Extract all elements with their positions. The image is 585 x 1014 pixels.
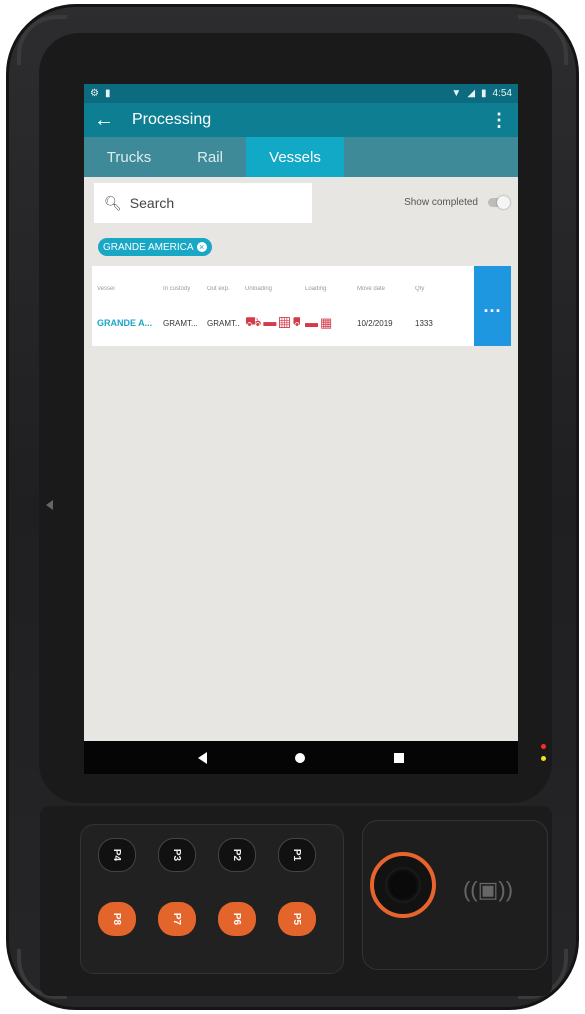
in-custody-value: GRAMT... [163, 318, 198, 328]
search-icon: 🔍︎ [104, 194, 122, 211]
filter-chip[interactable]: GRANDE AMERICA × [98, 238, 212, 256]
tab-trucks[interactable]: Trucks [84, 137, 174, 177]
column-header: Unloading [245, 286, 273, 292]
filter-toolbar: 🔍︎ Search Show completed [84, 177, 518, 229]
search-placeholder: Search [129, 195, 175, 211]
more-actions-button[interactable]: ... [474, 266, 511, 346]
vessel-card[interactable]: Vessel In custody Out exp. Unloading Loa… [92, 266, 511, 346]
move-date-value: 10/2/2019 [357, 318, 393, 328]
signal-icon: ◢ [467, 88, 476, 99]
search-input[interactable]: 🔍︎ Search [94, 183, 312, 223]
wifi-icon: ▼ [451, 88, 462, 99]
unloading-icons: ⛟▬▦⛟ [240, 314, 300, 332]
status-time: 4:54 [492, 88, 512, 99]
column-header: Out exp. [207, 286, 230, 292]
back-icon[interactable] [198, 751, 208, 764]
key-p7[interactable]: P7 [158, 902, 196, 936]
vessel-name[interactable]: GRANDE A... [92, 318, 158, 328]
home-icon[interactable] [295, 752, 306, 763]
qty-value: 1333 [415, 318, 433, 328]
column-header: Vessel [97, 286, 115, 292]
key-p8[interactable]: P8 [98, 902, 136, 936]
android-nav-bar [84, 741, 518, 774]
show-completed: Show completed [404, 196, 510, 209]
column-header: Move date [357, 286, 386, 292]
nfc-icon: ((▣)) [462, 877, 514, 902]
key-p2[interactable]: P2 [218, 838, 256, 872]
tab-bar: Trucks Rail Vessels [84, 137, 518, 177]
key-p1[interactable]: P1 [278, 838, 316, 872]
recents-icon[interactable] [393, 752, 404, 763]
car-icon: ▬ [263, 314, 279, 329]
status-bar: ⚙ ▮ ▼ ◢ ▮ 4:54 [84, 84, 518, 103]
container-icon: ▦ [320, 315, 335, 330]
table-header: Vessel In custody Out exp. Unloading Loa… [92, 286, 474, 292]
container-icon: ▦ [278, 314, 293, 329]
tab-rail[interactable]: Rail [174, 137, 246, 177]
corner-bumper [518, 15, 568, 65]
table-row[interactable]: GRANDE A... GRAMT... GRAMT... ⛟▬▦⛟ ▬▦ 10… [92, 314, 474, 332]
tab-vessels[interactable]: Vessels [246, 137, 344, 177]
show-completed-toggle[interactable] [488, 196, 510, 209]
battery-icon: ▮ [481, 88, 487, 99]
column-header: In custody [163, 286, 191, 292]
loading-icons: ▬▦ [300, 315, 352, 331]
led-indicator-yellow [541, 756, 546, 761]
filter-chip-label: GRANDE AMERICA [103, 241, 194, 253]
column-header: Qty [415, 286, 425, 292]
arrow-left-icon[interactable]: ← [94, 110, 114, 130]
page-title: Processing [132, 111, 212, 128]
truck-icon: ⛟ [245, 314, 264, 329]
corner-bumper [17, 15, 67, 65]
truck-icon: ⛟ [292, 314, 300, 329]
show-completed-label: Show completed [404, 197, 478, 208]
sd-card-icon: ▮ [104, 88, 111, 99]
settings-icon: ⚙ [90, 88, 99, 99]
device-screen: ⚙ ▮ ▼ ◢ ▮ 4:54 ← Processing ⋮ Trucks Rai… [84, 84, 518, 774]
key-p6[interactable]: P6 [218, 902, 256, 936]
key-p5[interactable]: P5 [278, 902, 316, 936]
close-icon[interactable]: × [196, 242, 207, 252]
key-p3[interactable]: P3 [158, 838, 196, 872]
key-p4[interactable]: P4 [98, 838, 136, 872]
out-exp-value: GRAMT... [207, 318, 240, 328]
side-arrow-icon [46, 500, 53, 510]
car-icon: ▬ [305, 315, 320, 330]
led-indicator-red [541, 744, 546, 749]
more-vert-icon[interactable]: ⋮ [490, 110, 508, 131]
app-bar: ← Processing ⋮ [84, 103, 518, 137]
joystick[interactable] [385, 867, 421, 903]
column-header: Loading [305, 286, 327, 292]
